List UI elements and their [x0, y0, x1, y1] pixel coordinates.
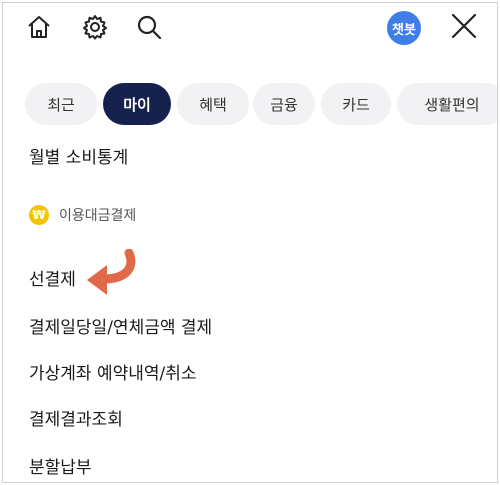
- menu-item-prepayment[interactable]: 선결제: [29, 265, 76, 290]
- tab-recent[interactable]: 최근: [25, 83, 97, 125]
- category-tabs: 최근 마이 혜택 금융 카드 생활편의: [3, 83, 497, 127]
- section-title: 이용대금결제: [59, 208, 137, 224]
- won-icon: ₩: [29, 205, 49, 225]
- close-icon[interactable]: [447, 9, 481, 43]
- tab-finance[interactable]: 금융: [253, 83, 315, 125]
- tab-life-convenience[interactable]: 생활편의: [397, 83, 497, 125]
- app-frame: 챗봇 최근 마이 혜택 금융 카드 생활편의 월별 소비통계 ₩ 이용대금결제 …: [2, 2, 498, 483]
- menu-item-installment[interactable]: 분할납부: [29, 453, 92, 478]
- pointer-arrow-icon: [87, 249, 136, 295]
- tab-my[interactable]: 마이: [103, 83, 171, 125]
- home-icon[interactable]: [23, 11, 55, 43]
- tab-card[interactable]: 카드: [321, 83, 391, 125]
- chatbot-label: 챗봇: [392, 22, 416, 38]
- menu-item-payment-result[interactable]: 결제결과조회: [29, 405, 123, 430]
- menu-item-same-day-payment[interactable]: 결제일당일/연체금액 결제: [29, 313, 212, 338]
- gear-icon[interactable]: [79, 11, 111, 43]
- menu-item-virtual-account[interactable]: 가상계좌 예약내역/취소: [29, 359, 197, 384]
- tab-benefits[interactable]: 혜택: [177, 83, 249, 125]
- section-header-payment: ₩ 이용대금결제: [29, 205, 136, 225]
- top-bar: 챗봇: [3, 3, 497, 51]
- menu-item-monthly-stats[interactable]: 월별 소비통계: [29, 143, 128, 168]
- search-icon[interactable]: [133, 11, 165, 43]
- chatbot-button[interactable]: 챗봇: [387, 11, 421, 45]
